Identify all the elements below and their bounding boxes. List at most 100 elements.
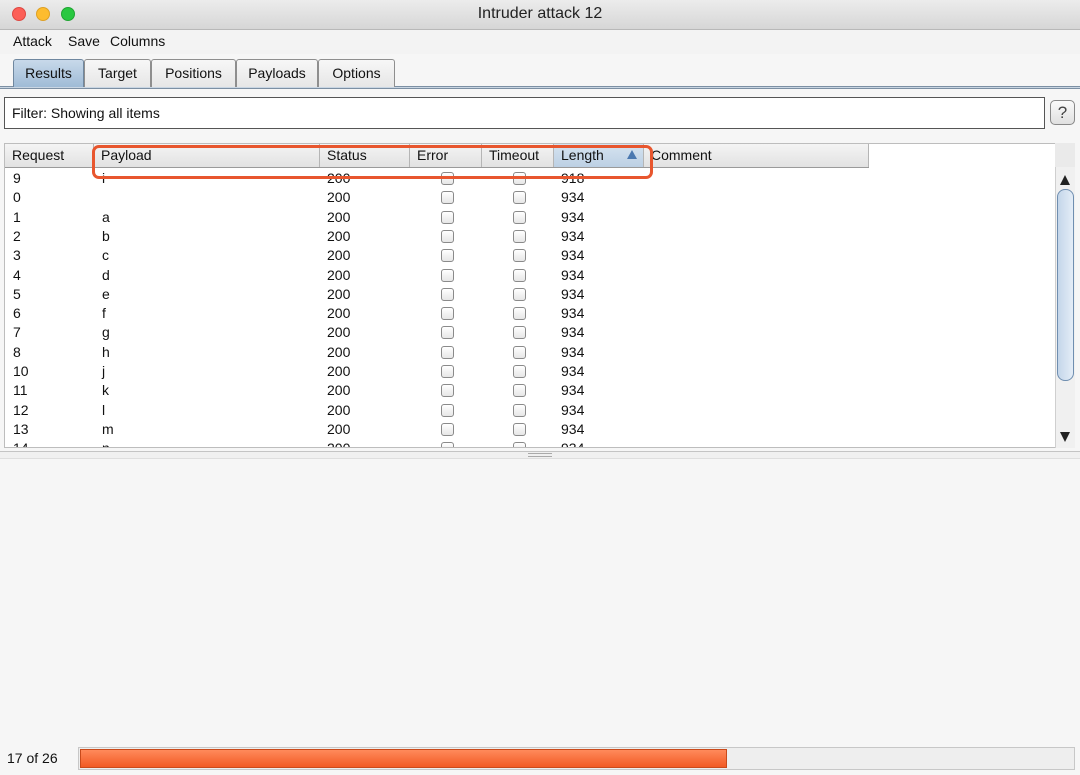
scrollbar-thumb[interactable] (1057, 189, 1074, 381)
menu-attack[interactable]: Attack (13, 33, 52, 49)
scrollbar-header-corner (1055, 143, 1075, 167)
table-row[interactable]: 13 m 200 934 (5, 420, 869, 439)
menu-bar: Attack Save Columns (0, 30, 1080, 54)
table-row[interactable]: 14 n 200 934 (5, 439, 869, 447)
table-row[interactable]: 11 k 200 934 (5, 381, 869, 400)
divider-grip-icon[interactable] (528, 453, 552, 457)
highlight-annotation (92, 145, 653, 179)
cell-payload: h (102, 343, 110, 360)
cell-status: 200 (327, 382, 351, 399)
table-row[interactable]: 1 a 200 934 (5, 208, 869, 227)
error-checkbox (441, 442, 454, 447)
cell-status: 200 (327, 440, 350, 447)
error-checkbox (441, 249, 454, 263)
table-row[interactable]: 12 l 200 934 (5, 401, 869, 420)
cell-status: 200 (327, 401, 351, 418)
error-checkbox (441, 422, 454, 436)
cell-request: 7 (13, 324, 21, 341)
timeout-checkbox (513, 287, 526, 301)
table-row[interactable]: 2 b 200 934 (5, 227, 869, 246)
timeout-checkbox (513, 403, 526, 417)
table-row[interactable]: 5 e 200 934 (5, 285, 869, 304)
timeout-checkbox (513, 365, 526, 378)
scroll-down-arrow-icon[interactable] (1060, 432, 1070, 442)
progress-fill (80, 749, 727, 768)
cell-request: 11 (13, 382, 28, 399)
cell-request: 4 (13, 266, 21, 283)
table-row[interactable]: 6 f 200 934 (5, 304, 869, 323)
cell-request: 3 (13, 247, 21, 264)
table-row[interactable]: 10 j 200 934 (5, 362, 869, 381)
cell-length: 934 (561, 420, 585, 437)
help-button[interactable]: ? (1050, 100, 1075, 125)
error-checkbox (441, 365, 454, 378)
table-row[interactable]: 7 g 200 934 (5, 323, 869, 342)
error-checkbox (441, 403, 454, 417)
error-checkbox (441, 191, 454, 205)
cell-payload: n (102, 440, 110, 447)
progress-count: 17 of 26 (7, 750, 58, 766)
cell-request: 8 (13, 343, 21, 360)
cell-request: 5 (13, 285, 21, 302)
tab-payloads[interactable]: Payloads (236, 59, 318, 87)
error-checkbox (441, 326, 454, 340)
timeout-checkbox (513, 249, 526, 263)
cell-length: 934 (561, 208, 585, 225)
cell-length: 934 (561, 189, 585, 206)
tab-results[interactable]: Results (13, 59, 84, 87)
title-bar: Intruder attack 12 (0, 0, 1080, 30)
cell-length: 934 (561, 247, 585, 264)
cell-status: 200 (327, 247, 351, 264)
column-header-comment[interactable]: Comment (644, 144, 869, 167)
table-row[interactable]: 8 h 200 934 (5, 343, 869, 362)
cell-length: 934 (561, 363, 585, 379)
scroll-up-arrow-icon[interactable] (1060, 175, 1070, 185)
error-checkbox (441, 384, 454, 398)
cell-status: 200 (327, 227, 351, 244)
timeout-checkbox (513, 229, 526, 243)
cell-payload: j (102, 363, 106, 379)
cell-status: 200 (327, 305, 351, 322)
request-detail-pane (0, 459, 1080, 739)
cell-request: 6 (13, 305, 21, 322)
timeout-checkbox (513, 268, 526, 282)
cell-length: 934 (561, 305, 585, 322)
table-row[interactable]: 4 d 200 934 (5, 266, 869, 285)
cell-payload: g (102, 324, 110, 341)
tab-options[interactable]: Options (318, 59, 395, 87)
cell-status: 200 (327, 363, 351, 379)
cell-payload: e (102, 285, 110, 302)
cell-length: 934 (561, 266, 585, 283)
cell-request: 2 (13, 227, 21, 244)
cell-request: 13 (13, 420, 29, 437)
cell-request: 0 (13, 189, 21, 206)
error-checkbox (441, 268, 454, 282)
filter-bar[interactable]: Filter: Showing all items (4, 97, 1045, 129)
timeout-checkbox (513, 345, 526, 359)
cell-payload: b (102, 227, 110, 244)
cell-length: 934 (561, 343, 585, 360)
cell-payload: d (102, 266, 110, 283)
cell-request: 10 (13, 363, 29, 379)
timeout-checkbox (513, 384, 526, 398)
table-row[interactable]: 0 200 934 (5, 188, 869, 207)
window-title: Intruder attack 12 (477, 5, 603, 22)
menu-columns[interactable]: Columns (110, 33, 165, 49)
attack-progress-bar (78, 747, 1075, 770)
cell-length: 934 (561, 285, 585, 302)
menu-save[interactable]: Save (68, 33, 100, 49)
cell-request: 14 (13, 440, 29, 447)
timeout-checkbox (513, 307, 526, 321)
cell-request: 1 (13, 208, 21, 225)
tab-target[interactable]: Target (84, 59, 151, 87)
cell-status: 200 (327, 208, 351, 225)
timeout-checkbox (513, 210, 526, 224)
error-checkbox (441, 345, 454, 359)
cell-payload: l (102, 401, 106, 418)
cell-length: 934 (561, 382, 585, 399)
table-row[interactable]: 3 c 200 934 (5, 246, 869, 265)
cell-length: 934 (561, 401, 585, 418)
tab-positions[interactable]: Positions (151, 59, 236, 87)
column-header-request[interactable]: Request (5, 144, 94, 167)
timeout-checkbox (513, 326, 526, 340)
